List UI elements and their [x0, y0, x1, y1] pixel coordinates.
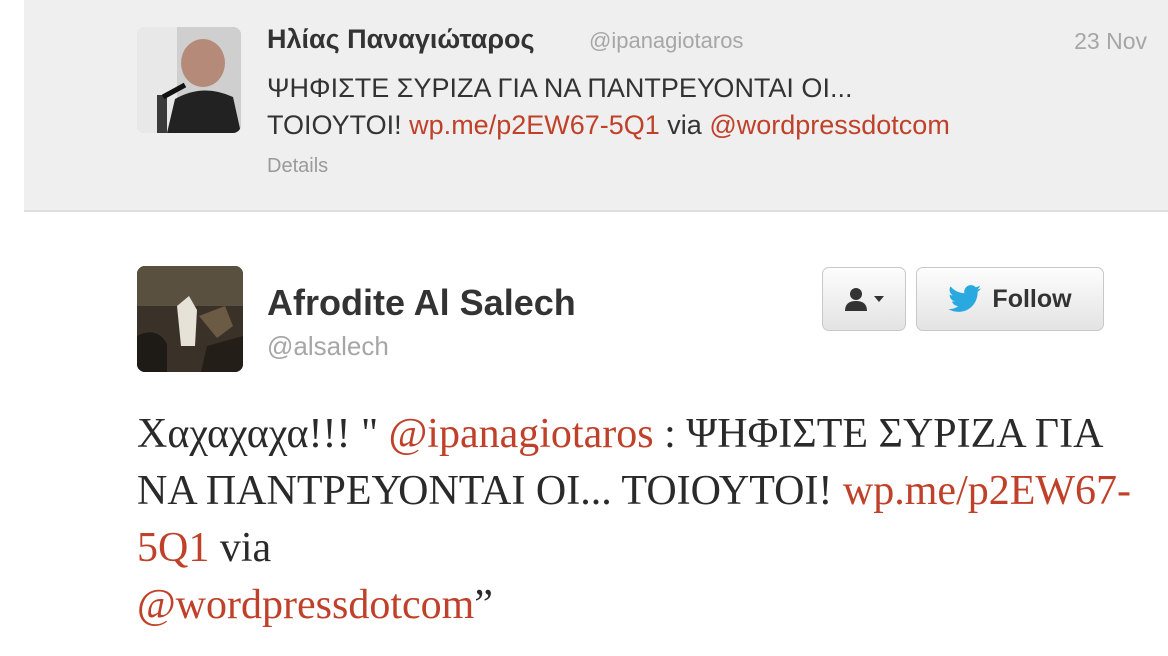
tweet-header: Ηλίας Παναγιώταρος @ipanagiotaros 23 Nov: [267, 24, 1147, 64]
mention-link[interactable]: @wordpressdotcom: [709, 110, 950, 140]
tweet-text-line1: ΨΗΦΙΣΤΕ ΣΥΡΙΖΑ ΓΙΑ ΝΑ ΠΑΝΤΡΕΥΟΝΤΑΙ ΟΙ...: [267, 73, 853, 103]
follow-label: Follow: [992, 284, 1072, 313]
avatar-photo: [137, 266, 243, 372]
via-text: via: [659, 110, 710, 140]
user-menu-button[interactable]: [822, 267, 906, 331]
tweet-page: Ηλίας Παναγιώταρος @ipanagiotaros 23 Nov…: [0, 0, 1168, 656]
tweet-text: Χαχαχαχα!!! " @ipanagiotaros : ΨΗΦΙΣΤΕ Σ…: [137, 406, 1137, 634]
mention-link[interactable]: @ipanagiotaros: [389, 411, 654, 457]
avatar[interactable]: [137, 266, 243, 372]
tweet-text: ΨΗΦΙΣΤΕ ΣΥΡΙΖΑ ΓΙΑ ΝΑ ΠΑΝΤΡΕΥΟΝΤΑΙ ΟΙ...…: [267, 70, 1147, 144]
chevron-down-icon: [874, 296, 884, 302]
tweet-link[interactable]: wp.me/p2EW67-5Q1: [409, 110, 660, 140]
author-name[interactable]: Ηλίας Παναγιώταρος: [267, 24, 535, 55]
follow-button[interactable]: Follow: [916, 267, 1104, 331]
mention-link[interactable]: @wordpressdotcom: [137, 582, 474, 628]
details-link[interactable]: Details: [267, 155, 328, 178]
tweet-date[interactable]: 23 Nov: [1074, 28, 1147, 55]
avatar[interactable]: [137, 27, 241, 133]
author-handle[interactable]: @ipanagiotaros: [589, 28, 743, 54]
twitter-bird-icon: [948, 285, 982, 312]
tweet-text-start: Χαχαχαχα!!! ": [137, 411, 389, 457]
author-name[interactable]: Afrodite Al Salech: [267, 282, 576, 324]
avatar-photo: [137, 27, 241, 133]
via-text: via: [209, 525, 272, 571]
replied-tweet[interactable]: Ηλίας Παναγιώταρος @ipanagiotaros 23 Nov…: [24, 0, 1168, 212]
tweet-text-line2: ΤΟΙΟΥΤΟΙ!: [267, 110, 410, 140]
closing-quote: ”: [474, 582, 493, 628]
user-icon: [845, 288, 867, 311]
author-handle[interactable]: @alsalech: [267, 331, 389, 362]
